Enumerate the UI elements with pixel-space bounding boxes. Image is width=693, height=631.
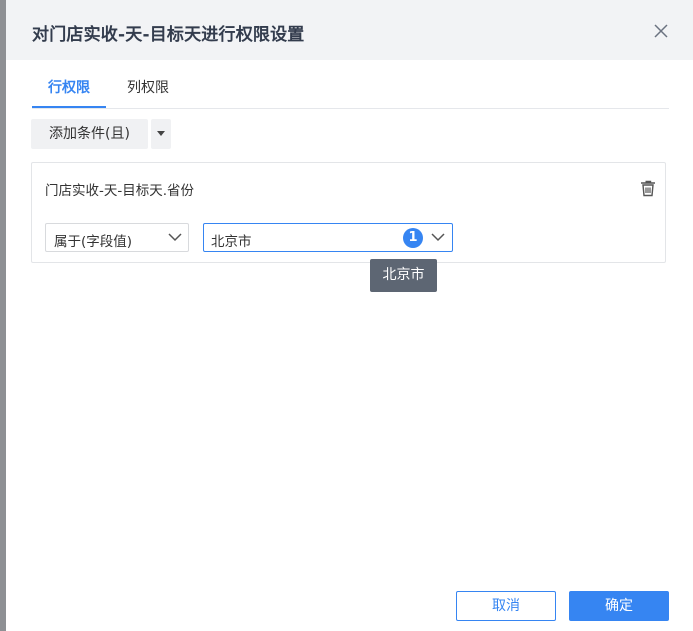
value-select-text: 北京市 [211,234,252,250]
condition-card: 门店实收-天-目标天.省份 属于(字段值) 北京市 1 [31,162,666,263]
close-icon[interactable] [653,23,669,39]
operator-value: 属于(字段值) [54,234,133,250]
add-condition-button[interactable]: 添加条件(且) [31,119,148,149]
trash-icon[interactable] [639,179,657,197]
value-select[interactable]: 北京市 1 [203,223,453,252]
value-tooltip: 北京市 [370,259,437,292]
dialog-title: 对门店实收-天-目标天进行权限设置 [32,25,305,45]
caret-down-icon[interactable] [151,119,171,149]
tab-row-permission[interactable]: 行权限 [32,70,106,108]
cancel-button[interactable]: 取消 [456,591,556,621]
selected-count-badge: 1 [403,228,423,248]
tab-column-permission[interactable]: 列权限 [112,70,184,106]
confirm-button[interactable]: 确定 [569,591,669,621]
permission-dialog: 对门店实收-天-目标天进行权限设置 行权限 列权限 添加条件(且) 门店实收-天… [6,0,693,631]
dialog-header: 对门店实收-天-目标天进行权限设置 [6,0,693,60]
condition-field-name: 门店实收-天-目标天.省份 [45,183,195,199]
operator-select[interactable]: 属于(字段值) [45,223,189,252]
chevron-down-icon [168,233,182,242]
chevron-down-icon [431,233,445,242]
permission-tabs: 行权限 列权限 [32,70,669,109]
